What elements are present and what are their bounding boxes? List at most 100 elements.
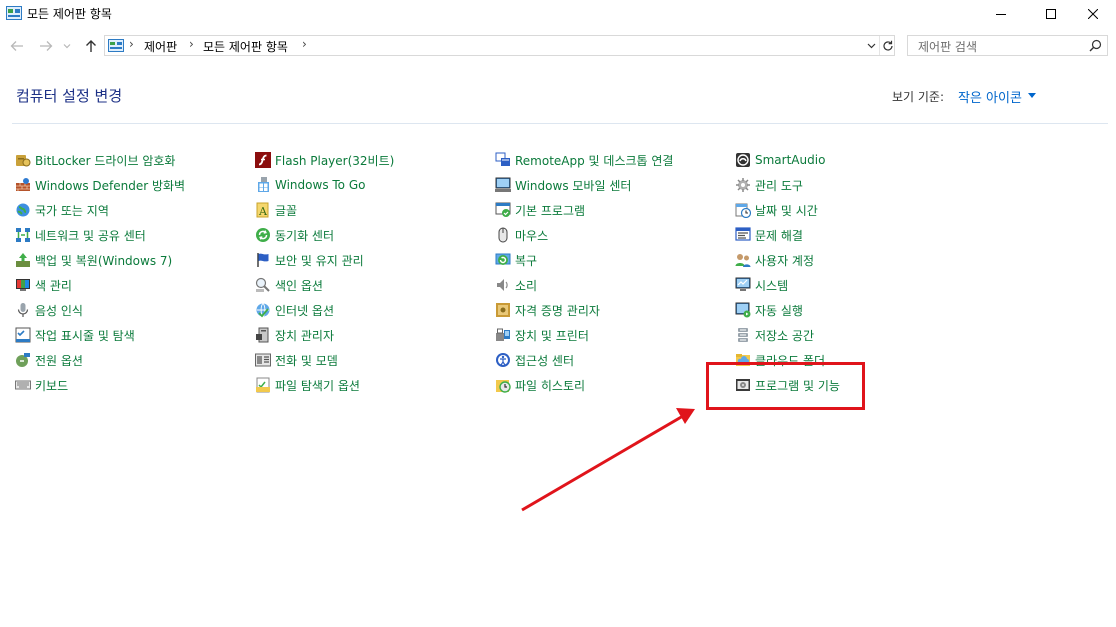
breadcrumb-all-items[interactable]: 모든 제어판 항목 [203,38,288,55]
speech-icon [17,303,29,317]
control-panel-item-label: 색인 옵션 [275,278,323,293]
control-panel-item-label: Windows To Go [275,178,366,192]
control-panel-item-label: 관리 도구 [755,178,803,193]
taskbar-icon [15,327,31,343]
control-panel-item[interactable]: 작업 표시줄 및 탐색 [15,325,135,345]
control-panel-item[interactable]: 백업 및 복원(Windows 7) [15,250,172,270]
maximize-button[interactable] [1028,0,1074,28]
control-panel-item[interactable]: 인터넷 옵션 [255,300,334,320]
control-panel-item[interactable]: 자동 실행 [735,300,803,320]
font-icon: A [256,202,269,218]
control-panel-item-label: 사용자 계정 [755,253,815,268]
breadcrumb-separator[interactable]: › [189,37,194,51]
close-button[interactable] [1070,0,1116,28]
internet-icon [256,303,270,318]
control-panel-item[interactable]: 날짜 및 시간 [735,200,818,220]
arrow-up-icon [86,40,96,52]
autoplay-icon [735,302,751,318]
control-panel-item[interactable]: SmartAudio [735,150,825,170]
back-button[interactable] [8,38,26,54]
control-panel-item[interactable]: 색인 옵션 [255,275,323,295]
control-panel-item[interactable]: 접근성 센터 [495,350,574,370]
windows-to-go-icon [258,177,269,192]
control-panel-item[interactable]: 관리 도구 [735,175,803,195]
up-button[interactable] [82,38,100,54]
control-panel-item[interactable]: 파일 탐색기 옵션 [255,375,360,395]
arrow-left-icon [10,41,23,51]
mouse-icon [498,227,508,243]
refresh-button[interactable] [879,36,896,55]
control-panel-item-label: 문제 해결 [755,228,803,243]
control-panel-item-label: 접근성 센터 [515,353,575,368]
bitlocker-icon [16,155,31,167]
control-panel-item-label: BitLocker 드라이브 암호화 [35,153,176,168]
control-panel-item[interactable]: Flash Player(32비트) [255,150,394,170]
control-panel-item[interactable]: A 글꼴 [255,200,297,220]
control-panel-item[interactable]: 키보드 [15,375,68,395]
caret-down-icon[interactable] [1028,93,1036,98]
control-panel-item[interactable]: RemoteApp 및 데스크톱 연결 [495,150,673,170]
control-panel-item[interactable]: Windows Defender 방화벽 [15,175,185,195]
control-panel-item[interactable]: 문제 해결 [735,225,803,245]
sound-icon [497,279,508,291]
control-panel-item[interactable]: 장치 및 프린터 [495,325,589,345]
backup-icon [16,253,30,267]
control-panel-item[interactable]: 국가 또는 지역 [15,200,109,220]
view-by-dropdown[interactable]: 작은 아이콘 [958,87,1022,106]
recent-locations-button[interactable] [61,38,73,54]
control-panel-item[interactable]: 시스템 [735,275,788,295]
control-panel-item[interactable]: Windows 모바일 센터 [495,175,631,195]
color-management-icon [16,279,30,291]
breadcrumb-control-panel[interactable]: 제어판 [144,38,177,55]
control-panel-item[interactable]: 마우스 [495,225,548,245]
control-panel-item[interactable]: 동기화 센터 [255,225,334,245]
power-icon [16,353,30,367]
troubleshoot-icon [735,227,751,241]
control-panel-item-label: 소리 [515,278,538,293]
control-panel-item[interactable]: 음성 인식 [15,300,83,320]
recovery-icon [495,253,511,265]
breadcrumb-separator[interactable]: › [302,37,307,51]
arrow-right-icon [40,41,53,51]
chevron-down-icon [63,44,71,49]
address-bar[interactable]: › 제어판 › 모든 제어판 항목 › [104,35,895,56]
control-panel-item-label: 복구 [515,253,538,268]
maximize-icon [1046,9,1056,19]
control-panel-item-label: Windows Defender 방화벽 [35,178,186,193]
control-panel-item-label: Flash Player(32비트) [275,153,395,168]
control-panel-item[interactable]: 전화 및 모뎀 [255,350,338,370]
view-by-label: 보기 기준: [892,90,945,104]
control-panel-item[interactable]: BitLocker 드라이브 암호화 [15,150,175,170]
search-icon[interactable] [1089,39,1102,52]
device-manager-icon [256,327,269,343]
control-panel-item[interactable]: 저장소 공간 [735,325,814,345]
breadcrumb-separator[interactable]: › [129,37,134,51]
default-programs-icon [495,202,511,217]
search-box[interactable]: 제어판 검색 [907,35,1108,56]
smartaudio-icon [736,153,750,167]
control-panel-item[interactable]: 보안 및 유지 관리 [255,250,364,270]
control-panel-item[interactable]: 색 관리 [15,275,72,295]
control-panel-item-label: 자동 실행 [755,303,803,318]
control-panel-item[interactable]: 소리 [495,275,537,295]
control-panel-item[interactable]: 장치 관리자 [255,325,334,345]
control-panel-item-label: SmartAudio [755,153,826,167]
folder-options-icon [256,377,270,393]
control-panel-item[interactable]: 사용자 계정 [735,250,814,270]
control-panel-item[interactable]: 복구 [495,250,537,270]
control-panel-item[interactable]: 파일 히스토리 [495,375,585,395]
accessibility-icon [496,353,510,367]
control-panel-item-label: 백업 및 복원(Windows 7) [35,253,173,268]
control-panel-item-label: 음성 인식 [35,303,83,318]
control-panel-item-label: 보안 및 유지 관리 [275,253,364,268]
control-panel-item[interactable]: 전원 옵션 [15,350,83,370]
control-panel-item[interactable]: 네트워크 및 공유 센터 [15,225,146,245]
minimize-button[interactable] [978,0,1024,28]
control-panel-item[interactable]: 자격 증명 관리자 [495,300,600,320]
control-panel-item[interactable]: 기본 프로그램 [495,200,585,220]
address-dropdown-button[interactable] [864,36,878,55]
forward-button[interactable] [37,38,55,54]
storage-icon [738,328,748,342]
control-panel-item[interactable]: Windows To Go [255,175,365,195]
search-input[interactable]: 제어판 검색 [918,38,977,55]
